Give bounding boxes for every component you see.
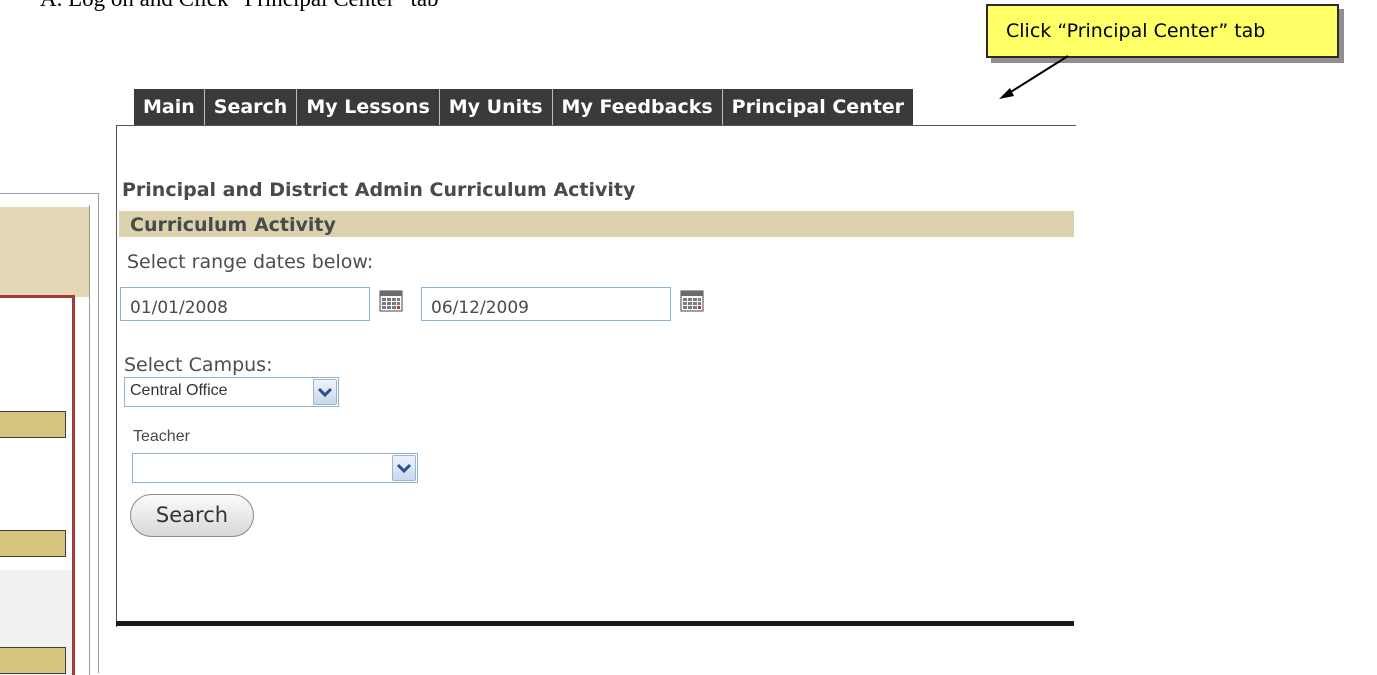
tab-my-units[interactable]: My Units: [440, 89, 553, 126]
left-panel-divider: [89, 205, 90, 675]
tab-principal-center[interactable]: Principal Center: [723, 89, 913, 126]
campus-label: Select Campus:: [124, 354, 273, 376]
left-panel-button[interactable]: [0, 411, 66, 438]
start-date-input[interactable]: [120, 287, 370, 321]
date-range-label: Select range dates below:: [127, 251, 374, 273]
page-title: Principal and District Admin Curriculum …: [122, 179, 636, 201]
tab-main[interactable]: Main: [134, 89, 205, 126]
left-panel-button[interactable]: [0, 647, 66, 674]
chevron-down-icon[interactable]: [392, 455, 416, 481]
campus-select[interactable]: Central Office: [124, 377, 339, 407]
chevron-down-icon[interactable]: [313, 379, 337, 405]
tab-bar: Main Search My Lessons My Units My Feedb…: [134, 89, 914, 126]
teacher-select[interactable]: [132, 453, 418, 483]
section-title: Curriculum Activity: [130, 214, 336, 236]
calendar-icon[interactable]: [379, 290, 403, 312]
content-panel-bottom-border: [116, 621, 1074, 626]
left-panel-button[interactable]: [0, 530, 66, 557]
left-panel-header: [0, 207, 89, 297]
campus-select-value: Central Office: [130, 382, 228, 399]
end-date-input[interactable]: [421, 287, 671, 321]
tab-search[interactable]: Search: [205, 89, 298, 126]
tab-my-feedbacks[interactable]: My Feedbacks: [553, 89, 723, 126]
teacher-label: Teacher: [133, 428, 190, 445]
tab-my-lessons[interactable]: My Lessons: [297, 89, 440, 126]
search-button[interactable]: Search: [130, 494, 254, 537]
calendar-icon[interactable]: [680, 290, 704, 312]
